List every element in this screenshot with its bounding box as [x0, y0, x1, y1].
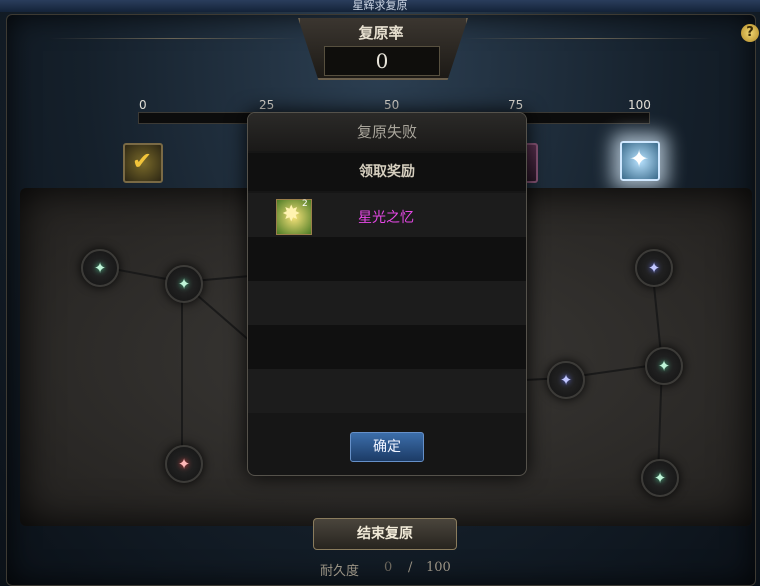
end-restoration-button[interactable]: 结束复原	[313, 518, 457, 550]
star-node-glyph: ✦	[93, 259, 107, 277]
durability-label: 耐久度	[320, 564, 360, 579]
reward-name: 星光之忆	[358, 210, 414, 226]
durability-max: 100	[426, 560, 451, 575]
star-node-glyph: ✦	[559, 371, 573, 389]
reward-row-empty	[248, 325, 526, 369]
star-node-blue[interactable]: ✦	[635, 249, 673, 287]
star-node-green[interactable]: ✦	[81, 249, 119, 287]
star-node-glyph: ✦	[647, 259, 661, 277]
star-node-green[interactable]: ✦	[645, 347, 683, 385]
star-node-blue[interactable]: ✦	[547, 361, 585, 399]
reward-count: 2	[302, 199, 308, 209]
star-node-glyph: ✦	[177, 275, 191, 293]
durability-separator: /	[408, 560, 413, 575]
star-node-red[interactable]: ✦	[165, 445, 203, 483]
dialog-subtitle: 领取奖励	[248, 153, 526, 191]
dialog-title: 复原失败	[248, 113, 526, 151]
star-node-glyph: ✦	[177, 455, 191, 473]
star-node-green[interactable]: ✦	[641, 459, 679, 497]
durability-readout: 耐久度 0 / 100	[316, 560, 476, 580]
durability-current: 0	[384, 560, 393, 575]
game-window: 星辉求复原 ? 复原率 0 0 25 50 75 100 ✦ ✦ ✦ ✦ ✦ ✦	[0, 0, 760, 586]
restoration-failed-dialog: 复原失败 领取奖励 2 星光之忆 确定	[247, 112, 527, 476]
star-node-glyph: ✦	[653, 469, 667, 487]
confirm-button[interactable]: 确定	[350, 432, 424, 462]
star-node-green[interactable]: ✦	[165, 265, 203, 303]
reward-row-empty	[248, 237, 526, 281]
reward-row-empty	[248, 369, 526, 413]
reward-row-empty	[248, 281, 526, 325]
star-node-glyph: ✦	[657, 357, 671, 375]
